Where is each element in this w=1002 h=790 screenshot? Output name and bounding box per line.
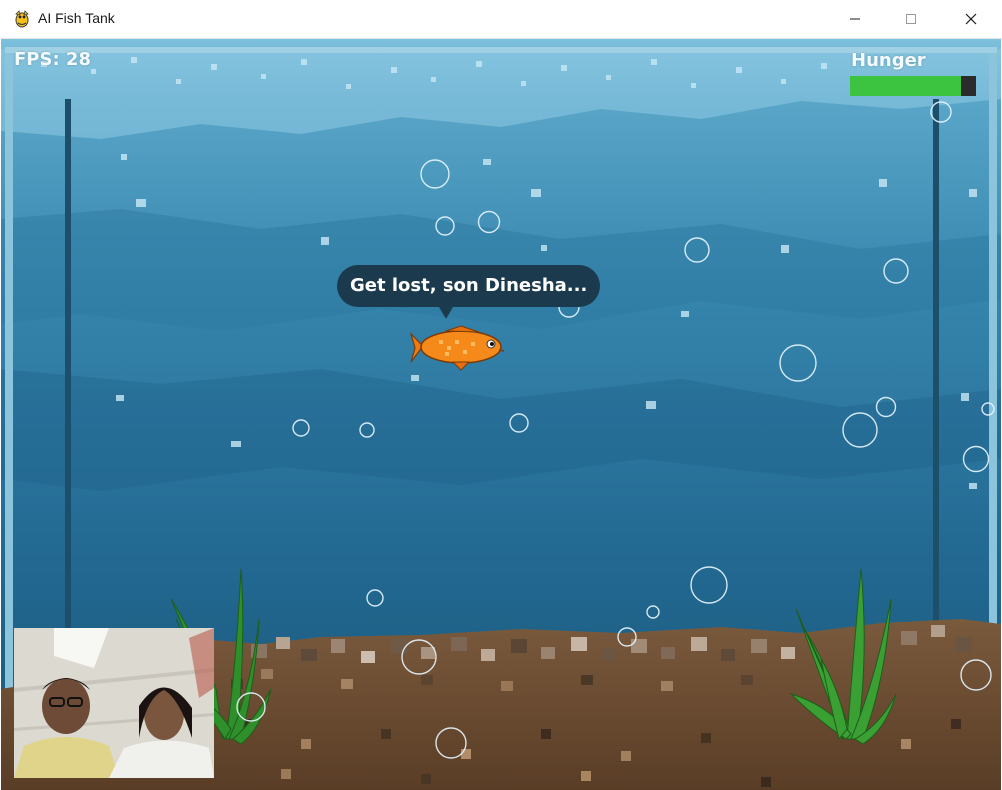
webcam-preview (14, 628, 214, 778)
hunger-bar-fill (850, 76, 961, 96)
app-icon (12, 9, 32, 29)
speech-bubble-tail (439, 307, 453, 319)
minimize-icon (850, 18, 860, 20)
maximize-button[interactable] (888, 0, 934, 38)
game-canvas[interactable]: FPS: 28 Hunger Get lost, son Dinesha... (1, 39, 1001, 790)
title-bar: AI Fish Tank (0, 0, 1002, 39)
hunger-label: Hunger (851, 50, 926, 71)
hunger-bar (850, 76, 976, 96)
minimize-button[interactable] (832, 0, 878, 38)
maximize-icon (906, 14, 916, 24)
fish-speech-bubble: Get lost, son Dinesha... (337, 265, 601, 307)
close-button[interactable] (948, 0, 994, 38)
fps-counter: FPS: 28 (14, 49, 91, 70)
window-title: AI Fish Tank (38, 10, 115, 26)
close-icon (965, 13, 977, 25)
